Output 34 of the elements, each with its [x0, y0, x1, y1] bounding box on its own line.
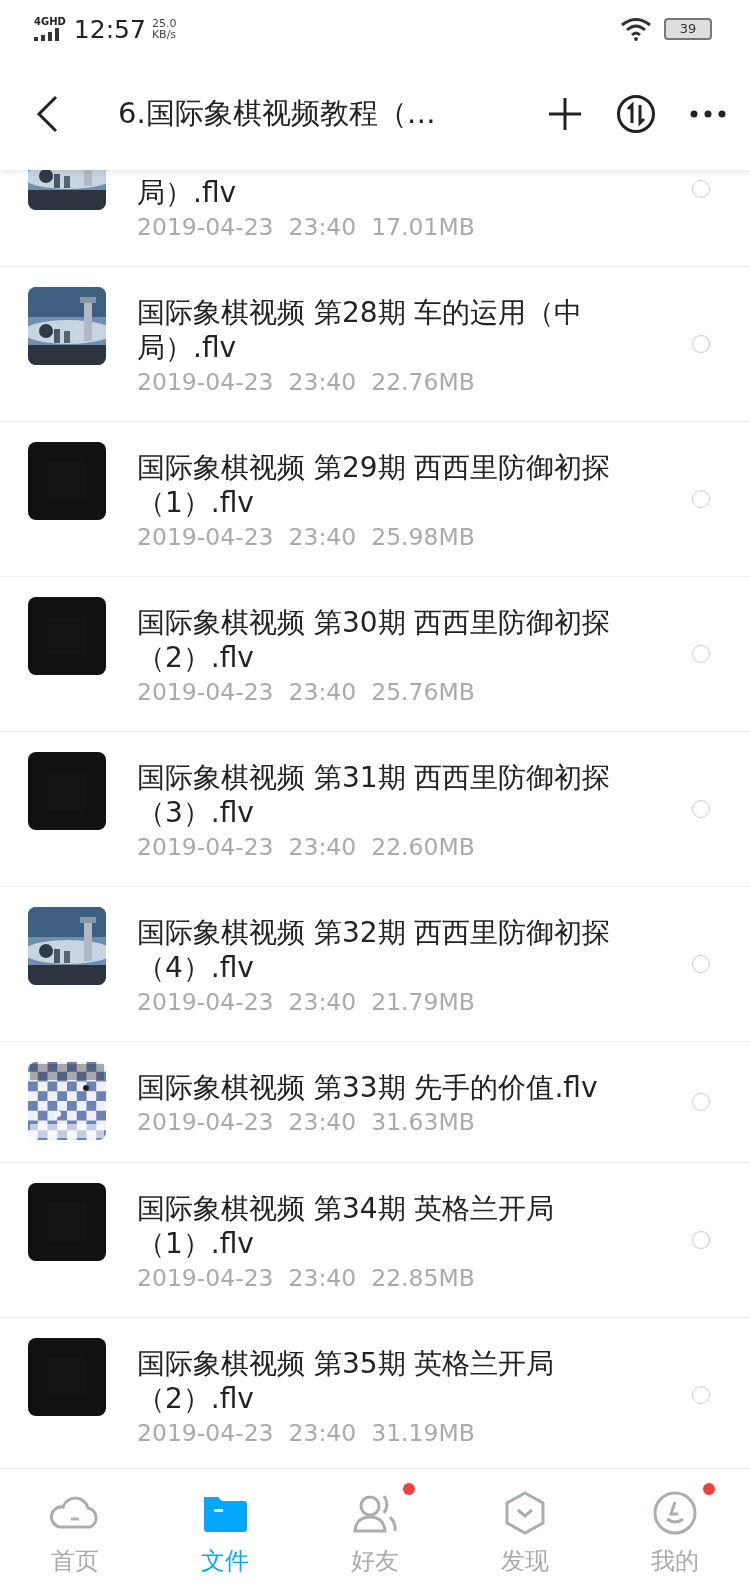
file-details: 2019-04-23 23:40 22.85MB [137, 1263, 476, 1294]
folder-title: 6.国际象棋视频教程（… [118, 95, 437, 132]
file-name: 国际象棋视频 第34期 英格兰开局（1）.flv [137, 1191, 556, 1261]
file-name: 国际象棋视频 第31期 西西里防御初探（3）.flv [137, 760, 612, 830]
network-label: 4GHD [34, 17, 66, 27]
file-name: 国际象棋视频 第29期 西西里防御初探（1）.flv [137, 450, 612, 520]
clock: 12:57 [73, 14, 146, 44]
more-icon[interactable] [690, 110, 726, 118]
nav-tab[interactable]: 发现 [450, 1469, 600, 1587]
nav-tab[interactable]: 我的 [600, 1469, 750, 1587]
file-name: 国际象棋视频 第28期 车的运用（中局）.flv [137, 295, 584, 365]
nav-tab[interactable]: 首页 [0, 1469, 150, 1587]
file-name: 国际象棋视频 第30期 西西里防御初探（2）.flv [137, 605, 612, 675]
file-details: 2019-04-23 23:40 31.63MB [137, 1107, 476, 1138]
back-icon[interactable] [36, 95, 58, 133]
sort-icon[interactable] [616, 94, 656, 134]
file-details: 2019-04-23 23:40 22.60MB [137, 832, 476, 863]
wifi-icon [620, 17, 652, 41]
file-name: 国际象棋视频 第32期 西西里防御初探（4）.flv [137, 915, 612, 985]
nav-tab[interactable]: 好友 [300, 1469, 450, 1587]
file-details: 2019-04-23 23:40 25.76MB [137, 677, 476, 708]
file-name: 国际象棋视频 第35期 英格兰开局（2）.flv [137, 1346, 556, 1416]
file-details: 2019-04-23 23:40 17.01MB [137, 212, 476, 243]
nav-tab[interactable]: 文件 [150, 1469, 300, 1587]
file-details: 2019-04-23 23:40 31.19MB [137, 1418, 476, 1449]
add-icon[interactable] [548, 97, 582, 131]
file-details: 2019-04-23 23:40 22.76MB [137, 367, 476, 398]
file-details: 2019-04-23 23:40 25.98MB [137, 522, 476, 553]
battery-indicator: 39 [664, 18, 712, 40]
speed-unit: KB/s [151, 29, 177, 40]
file-name: 国际象棋视频 第33期 先手的价值.flv [137, 1070, 599, 1105]
file-name: 局）.flv [137, 175, 238, 210]
network-speed: 25.0 [151, 18, 177, 29]
file-details: 2019-04-23 23:40 21.79MB [137, 987, 476, 1018]
